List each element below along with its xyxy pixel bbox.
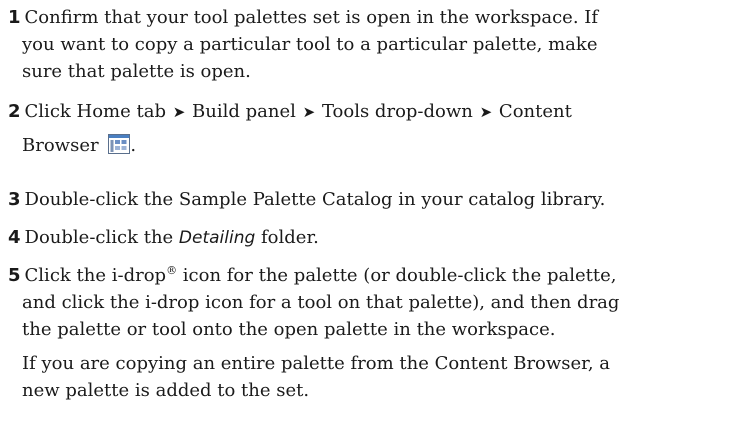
document-page: 1 Confirm that your tool palettes set is … [0,0,755,428]
folder-name: Detailing [178,228,256,248]
step-text-line: the palette or tool onto the open palett… [22,319,556,340]
ribbon-path-build-panel: Build panel [192,101,296,122]
step-5: 5 Click the i-drop® icon for the palette … [8,262,752,343]
content-browser-icon [108,134,131,154]
path-arrow-icon: ➤ [172,103,186,121]
step-number: 5 [8,265,21,286]
step-text: folder. [255,227,319,248]
ribbon-path-home-tab: Click Home tab [24,101,166,122]
step-note: If you are copying an entire palette fro… [22,350,752,404]
step-text: Double-click the [24,227,179,248]
note-line: new palette is added to the set. [22,380,310,401]
step-punctuation: . [130,135,137,156]
step-text-line: Confirm that your tool palettes set is o… [24,7,599,28]
step-3: 3 Double-click the Sample Palette Catalog… [8,186,752,213]
step-number: 1 [8,7,21,28]
step-text: Click the i-drop [24,265,167,286]
step-text-line: you want to copy a particular tool to a … [22,34,598,55]
path-arrow-icon: ➤ [302,103,316,121]
ribbon-path-content: Content [498,101,572,122]
step-text-line: Double-click the Sample Palette Catalog … [24,189,606,210]
step-2: 2 Click Home tab ➤ Build panel ➤ Tools dr… [8,98,752,159]
step-number: 2 [8,101,21,122]
registered-mark: ® [166,264,178,277]
step-text: icon for the palette (or double-click th… [177,265,617,286]
step-text-line: sure that palette is open. [22,61,251,82]
note-line: If you are copying an entire palette fro… [22,353,610,374]
step-number: 3 [8,189,21,210]
step-number: 4 [8,227,21,248]
step-1: 1 Confirm that your tool palettes set is … [8,4,752,85]
step-text-line: and click the i-drop icon for a tool on … [22,292,620,313]
ribbon-path-browser: Browser [22,135,99,156]
ribbon-path-tools-dropdown: Tools drop-down [321,101,473,122]
step-4: 4 Double-click the Detailing folder. [8,224,752,252]
path-arrow-icon: ➤ [479,103,493,121]
